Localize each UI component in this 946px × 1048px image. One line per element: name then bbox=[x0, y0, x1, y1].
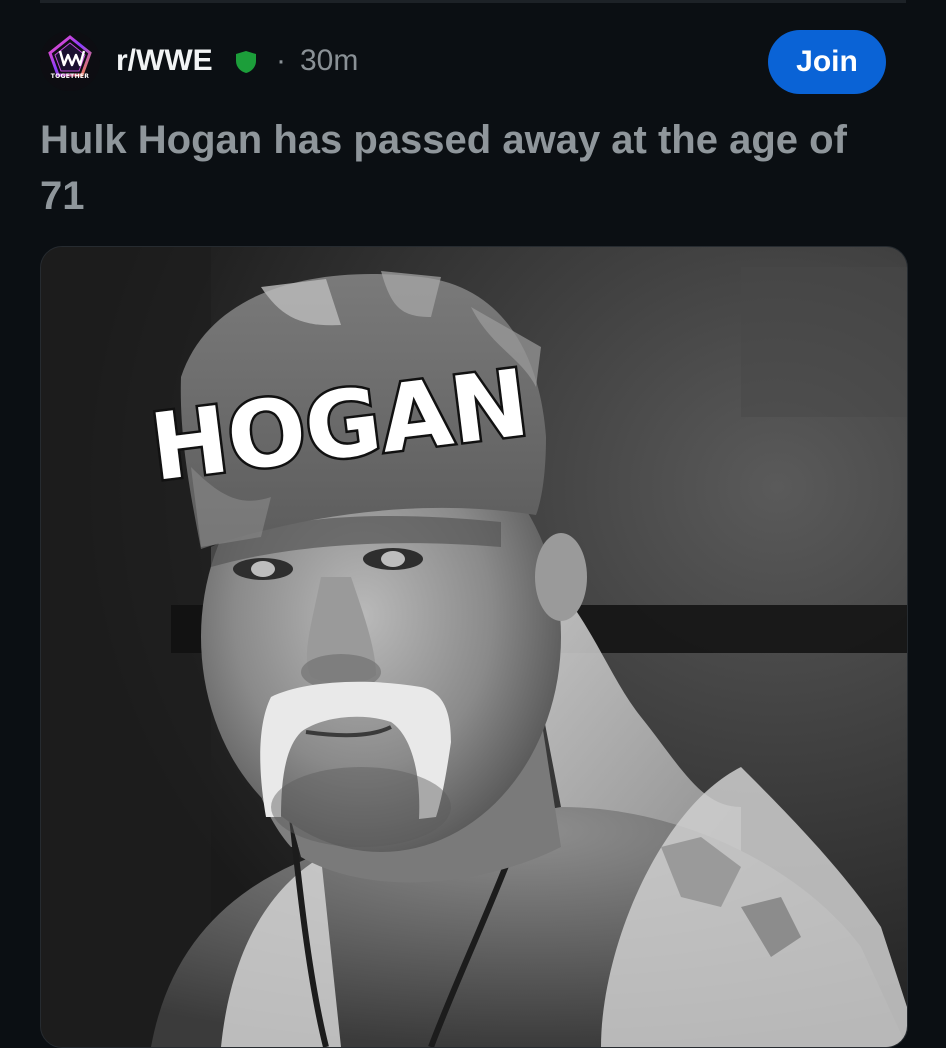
top-divider bbox=[40, 0, 906, 3]
post-header: TOGETHER r/WWE · 30m Join bbox=[40, 30, 906, 94]
post-timestamp: 30m bbox=[300, 44, 359, 77]
portrait-photo: HOGAN bbox=[41, 247, 907, 1047]
green-shield-icon bbox=[236, 51, 256, 73]
subreddit-avatar[interactable]: TOGETHER bbox=[40, 31, 100, 91]
wwe-logo-icon bbox=[40, 31, 100, 91]
join-button[interactable]: Join bbox=[768, 30, 886, 94]
separator-dot: · bbox=[276, 44, 286, 77]
post-title[interactable]: Hulk Hogan has passed away at the age of… bbox=[40, 112, 880, 224]
subreddit-name[interactable]: r/WWE bbox=[116, 44, 213, 78]
post-image[interactable]: HOGAN bbox=[40, 246, 908, 1048]
avatar-caption: TOGETHER bbox=[50, 73, 90, 80]
